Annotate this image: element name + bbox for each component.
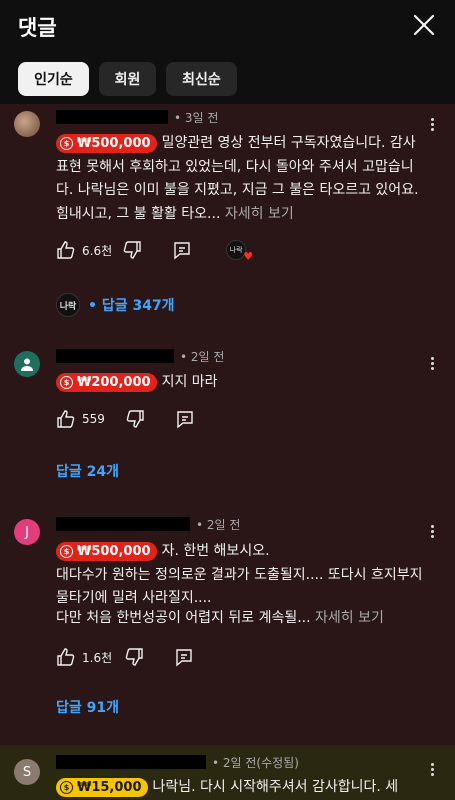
view-replies-button[interactable]: 답글 91개 — [56, 695, 119, 719]
coin-icon: $ — [60, 137, 73, 151]
reply-icon[interactable] — [174, 647, 194, 667]
comment-body: $ ₩500,000 밀양관련 영상 전부터 구독자였습니다. 감사표현 못해서 후… — [56, 132, 426, 226]
comment-text: 나락님. 다시 시작해주셔서 감사합니다. 세 — [152, 779, 399, 795]
chip-newest[interactable]: 최신순 — [166, 62, 237, 96]
heart-icon: ♥ — [243, 250, 254, 263]
comment-item-continued: 다만 처음 한번성공이 어렵지 뒤로 계속될... 자세히 보기 1.6천 답글… — [0, 610, 455, 745]
reply-icon[interactable] — [172, 240, 192, 260]
creator-avatar: 나락 — [56, 293, 80, 317]
sort-chips: 인기순 회원 최신순 — [0, 60, 455, 104]
avatar[interactable] — [14, 111, 40, 137]
super-thanks-badge: $ ₩15,000 — [56, 778, 148, 798]
view-replies-button[interactable]: 나락 • 답글 347개 — [56, 293, 175, 317]
comment-text-line: 자. 한번 해보시오. — [161, 543, 270, 559]
comment-meta: • 2일 전(수정됨) — [56, 755, 299, 770]
comment-list: • 3일 전 $ ₩500,000 밀양관련 영상 전부터 구독자였습니다. 감사표… — [0, 104, 455, 800]
read-more-link[interactable]: 자세히 보기 — [315, 610, 384, 626]
comment-item: • 2일 전 $ ₩200,000 지지 마라 559 답글 24개 J • 2일 … — [0, 335, 455, 613]
comments-header: 댓글 — [0, 0, 455, 56]
comment-meta: • 2일 전 — [56, 349, 225, 364]
chip-popular[interactable]: 인기순 — [18, 62, 89, 96]
thumbs-up-icon[interactable] — [56, 647, 76, 667]
comment-text: 지지 마라 — [161, 374, 218, 390]
comment-time: • 2일 전(수정됨) — [212, 755, 299, 770]
more-options-icon[interactable] — [429, 523, 435, 541]
comment-item: S • 2일 전(수정됨) $ ₩15,000 나락님. 다시 시작해주셔서 감사합… — [0, 745, 455, 800]
creator-heart: 나락 ♥ — [226, 240, 253, 263]
redacted-username — [56, 755, 206, 769]
comment-body: $ ₩500,000 자. 한번 해보시오. 대다수가 원하는 정의로운 결과가 도… — [56, 540, 426, 611]
coin-icon: $ — [60, 376, 73, 390]
thumbs-down-icon[interactable] — [124, 647, 144, 667]
coin-icon: $ — [60, 781, 73, 795]
redacted-username — [56, 349, 174, 363]
comment-body: 다만 처음 한번성공이 어렵지 뒤로 계속될... 자세히 보기 — [56, 607, 426, 631]
super-thanks-badge: $ ₩200,000 — [56, 373, 157, 393]
avatar-letter: S — [22, 764, 32, 780]
thumbs-up-icon[interactable] — [56, 240, 76, 260]
comment-text-line: 대다수가 원하는 정의로운 결과가 도출될지.... 또다시 흐지부지 물타기에… — [56, 566, 423, 607]
comment-meta: • 2일 전 — [56, 517, 241, 532]
thumbs-down-icon[interactable] — [125, 409, 145, 429]
avatar[interactable]: S — [14, 759, 40, 785]
comment-time: • 2일 전 — [196, 517, 241, 532]
comment-actions: 6.6천 나락 ♥ — [56, 238, 253, 263]
reply-count: • 답글 347개 — [88, 298, 175, 314]
avatar[interactable]: J — [14, 519, 40, 545]
reply-count: 답글 24개 — [56, 464, 119, 480]
comment-time: • 2일 전 — [180, 349, 225, 364]
comment-text-line: 다만 처음 한번성공이 어렵지 뒤로 계속될... — [56, 610, 311, 626]
comment-body: $ ₩15,000 나락님. 다시 시작해주셔서 감사합니다. 세 — [56, 776, 441, 800]
comment-actions: 559 — [56, 407, 195, 431]
chip-members[interactable]: 회원 — [99, 62, 156, 96]
more-options-icon[interactable] — [429, 355, 435, 373]
person-icon — [21, 358, 33, 371]
comment-item: • 3일 전 $ ₩500,000 밀양관련 영상 전부터 구독자였습니다. 감사표… — [0, 104, 455, 335]
coin-icon: $ — [60, 545, 73, 559]
close-icon[interactable] — [411, 12, 437, 38]
redacted-username — [56, 110, 168, 124]
avatar-letter: J — [25, 524, 29, 540]
like-count: 1.6천 — [82, 650, 113, 665]
super-thanks-badge: $ ₩500,000 — [56, 134, 157, 154]
comment-body: $ ₩200,000 지지 마라 — [56, 371, 426, 395]
view-replies-button[interactable]: 답글 24개 — [56, 459, 119, 483]
comment-meta: • 3일 전 — [56, 110, 219, 125]
super-thanks-badge: $ ₩500,000 — [56, 542, 157, 562]
read-more-link[interactable]: 자세히 보기 — [225, 206, 294, 222]
reply-count: 답글 91개 — [56, 700, 119, 716]
redacted-username — [56, 517, 190, 531]
more-options-icon[interactable] — [429, 116, 435, 134]
comment-time: • 3일 전 — [174, 110, 219, 125]
like-count: 559 — [82, 412, 105, 426]
thumbs-up-icon[interactable] — [56, 409, 76, 429]
reply-icon[interactable] — [175, 409, 195, 429]
comment-actions: 1.6천 — [56, 645, 194, 669]
like-count: 6.6천 — [82, 243, 113, 258]
panel-title: 댓글 — [18, 16, 57, 40]
avatar[interactable] — [14, 351, 40, 377]
thumbs-down-icon[interactable] — [122, 240, 142, 260]
